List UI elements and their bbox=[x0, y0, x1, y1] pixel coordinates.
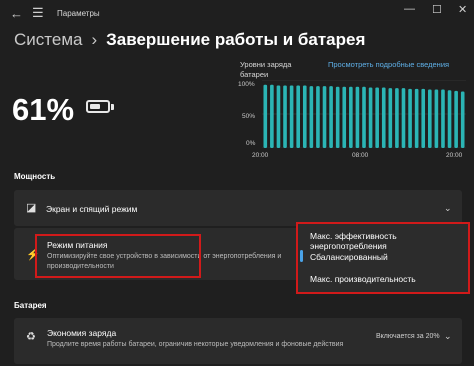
chart-bar bbox=[434, 89, 439, 148]
chart-bar bbox=[460, 91, 465, 148]
monitor-sleep-icon: ◪ bbox=[26, 202, 37, 214]
window-title: Параметры bbox=[57, 9, 100, 18]
hamburger-icon[interactable]: ☰ bbox=[32, 5, 44, 21]
chart-bar bbox=[335, 86, 340, 148]
battery-tip bbox=[111, 104, 114, 110]
chart-bar bbox=[329, 86, 333, 148]
breadcrumb-separator: › bbox=[91, 30, 98, 49]
chart-bar bbox=[342, 86, 347, 148]
battery-history-chart bbox=[262, 80, 466, 148]
battery-icon bbox=[86, 100, 110, 113]
breadcrumb-parent[interactable]: Система bbox=[14, 30, 82, 49]
battery-history-label: Уровни заряда батареи bbox=[240, 60, 292, 79]
chart-bar bbox=[283, 85, 287, 148]
chart-bar bbox=[316, 86, 320, 148]
chart-bar bbox=[447, 90, 452, 148]
battery-saver-description: Продлите время работы батареи, ограничив… bbox=[47, 341, 344, 348]
chart-bar bbox=[263, 84, 268, 148]
battery-percent: 61% bbox=[12, 92, 75, 127]
maximize-icon[interactable]: ☐ bbox=[432, 3, 442, 16]
battery-fill bbox=[90, 104, 100, 109]
close-icon[interactable]: ✕ bbox=[458, 3, 467, 16]
chart-bar bbox=[375, 87, 379, 148]
section-battery: Батарея bbox=[14, 301, 47, 310]
chart-bar bbox=[309, 86, 314, 148]
x-tick-start: 20:00 bbox=[252, 152, 269, 159]
chart-bar bbox=[454, 90, 458, 148]
chart-bar bbox=[296, 85, 301, 148]
minimize-icon[interactable]: — bbox=[404, 3, 415, 15]
chart-bar bbox=[441, 89, 445, 148]
chart-bar bbox=[270, 84, 274, 148]
chart-bar bbox=[421, 88, 426, 148]
view-details-link[interactable]: Просмотреть подробные сведения bbox=[328, 60, 449, 69]
page-title: Завершение работы и батарея bbox=[106, 30, 366, 49]
x-tick-mid: 08:00 bbox=[352, 152, 369, 159]
screen-sleep-label: Экран и спящий режим bbox=[46, 204, 138, 214]
chart-bar bbox=[289, 85, 294, 148]
chart-bar bbox=[414, 88, 419, 148]
chart-bar bbox=[302, 85, 307, 148]
highlight-power-mode bbox=[35, 234, 201, 278]
chart-bar bbox=[322, 86, 327, 148]
back-arrow-icon[interactable]: ← bbox=[10, 6, 23, 21]
battery-saver-value: Включается за 20% bbox=[376, 333, 440, 340]
battery-saver-title: Экономия заряда bbox=[47, 328, 117, 338]
chart-bar bbox=[388, 88, 393, 148]
chart-bar bbox=[362, 86, 366, 148]
section-power: Мощность bbox=[14, 172, 56, 181]
chart-bar bbox=[408, 88, 412, 148]
chart-bar bbox=[368, 87, 373, 148]
chart-bar bbox=[427, 89, 432, 148]
chart-bar bbox=[276, 85, 281, 148]
y-tick-100: 100% bbox=[238, 81, 255, 88]
y-tick-0: 0% bbox=[246, 140, 256, 147]
breadcrumb: Система › Завершение работы и батарея bbox=[14, 30, 365, 50]
y-tick-50: 50% bbox=[242, 113, 256, 120]
chart-bar bbox=[395, 88, 399, 148]
chart-bar bbox=[349, 86, 353, 148]
chart-bar bbox=[381, 87, 386, 148]
chevron-down-icon[interactable]: ⌄ bbox=[444, 331, 452, 342]
battery-saver-icon: ♻ bbox=[26, 331, 36, 343]
chart-bar bbox=[401, 88, 406, 148]
chevron-down-icon[interactable]: ⌄ bbox=[444, 203, 452, 214]
chart-bar bbox=[355, 86, 360, 148]
x-tick-end: 20:00 bbox=[446, 152, 463, 159]
highlight-dropdown bbox=[296, 222, 470, 294]
